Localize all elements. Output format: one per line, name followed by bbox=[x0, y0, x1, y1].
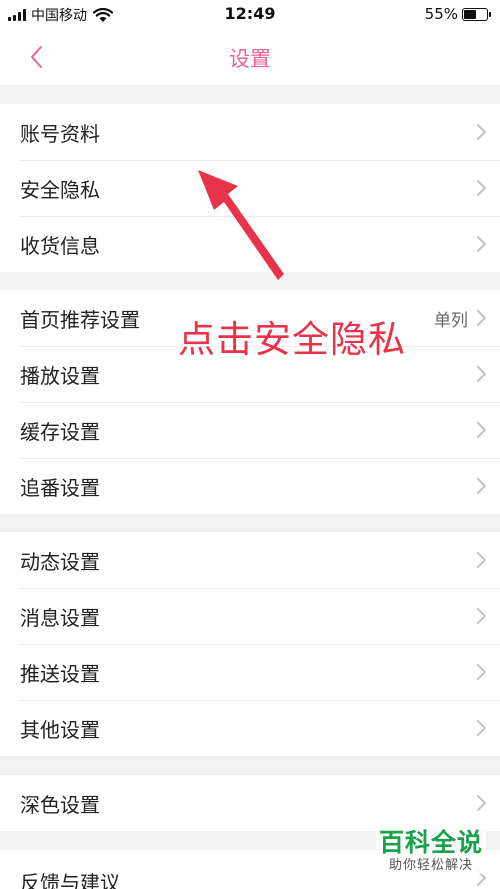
settings-group-dark-mode: 深色设置 bbox=[0, 775, 500, 831]
chevron-right-icon bbox=[477, 124, 486, 140]
settings-item-dark-mode[interactable]: 深色设置 bbox=[0, 775, 500, 831]
settings-item-label: 动态设置 bbox=[20, 549, 100, 574]
chevron-right-icon bbox=[477, 180, 486, 196]
settings-item-other[interactable]: 其他设置 bbox=[0, 700, 500, 756]
chevron-right-icon bbox=[477, 366, 486, 382]
settings-item-label: 消息设置 bbox=[20, 605, 100, 630]
settings-item-label: 其他设置 bbox=[20, 717, 100, 742]
status-right: 55% bbox=[424, 5, 491, 23]
settings-item-label: 播放设置 bbox=[20, 363, 100, 388]
settings-item-push[interactable]: 推送设置 bbox=[0, 644, 500, 700]
chevron-right-icon bbox=[477, 664, 486, 680]
settings-item-label: 追番设置 bbox=[20, 475, 100, 500]
watermark-logo: 百科全说 助你轻松解决 bbox=[376, 828, 486, 874]
chevron-right-icon bbox=[477, 236, 486, 252]
status-bar: 中国移动 12:49 55% bbox=[0, 0, 500, 30]
settings-item-label: 账号资料 bbox=[20, 121, 100, 146]
annotation-text: 点击安全隐私 bbox=[178, 318, 406, 361]
settings-group-notifications: 动态设置 消息设置 推送设置 其他设置 bbox=[0, 532, 500, 756]
chevron-right-icon bbox=[477, 422, 486, 438]
chevron-right-icon bbox=[477, 720, 486, 736]
battery-percent: 55% bbox=[424, 5, 458, 23]
settings-item-label: 反馈与建议 bbox=[20, 871, 120, 889]
settings-item-follow-anime[interactable]: 追番设置 bbox=[0, 458, 500, 514]
nav-bar: 设置 bbox=[0, 30, 500, 85]
settings-item-label: 深色设置 bbox=[20, 792, 100, 817]
settings-item-account-info[interactable]: 账号资料 bbox=[0, 104, 500, 160]
chevron-right-icon bbox=[477, 478, 486, 494]
watermark-subtitle: 助你轻松解决 bbox=[388, 858, 473, 873]
chevron-right-icon bbox=[477, 795, 486, 811]
chevron-right-icon bbox=[477, 608, 486, 624]
settings-item-cache[interactable]: 缓存设置 bbox=[0, 402, 500, 458]
settings-item-label: 推送设置 bbox=[20, 661, 100, 686]
settings-item-label: 收货信息 bbox=[20, 233, 100, 258]
settings-item-label: 首页推荐设置 bbox=[20, 307, 140, 332]
settings-item-messages[interactable]: 消息设置 bbox=[0, 588, 500, 644]
settings-item-feed[interactable]: 动态设置 bbox=[0, 532, 500, 588]
battery-level bbox=[464, 9, 476, 19]
settings-item-value: 单列 bbox=[434, 310, 468, 331]
chevron-right-icon bbox=[477, 552, 486, 568]
settings-item-label: 安全隐私 bbox=[20, 177, 100, 202]
chevron-right-icon bbox=[477, 310, 486, 326]
settings-item-label: 缓存设置 bbox=[20, 419, 100, 444]
arrow-pointer-icon bbox=[198, 170, 284, 280]
page-title: 设置 bbox=[229, 47, 271, 71]
watermark-title: 百科全说 bbox=[378, 828, 483, 857]
battery-icon bbox=[462, 7, 491, 21]
